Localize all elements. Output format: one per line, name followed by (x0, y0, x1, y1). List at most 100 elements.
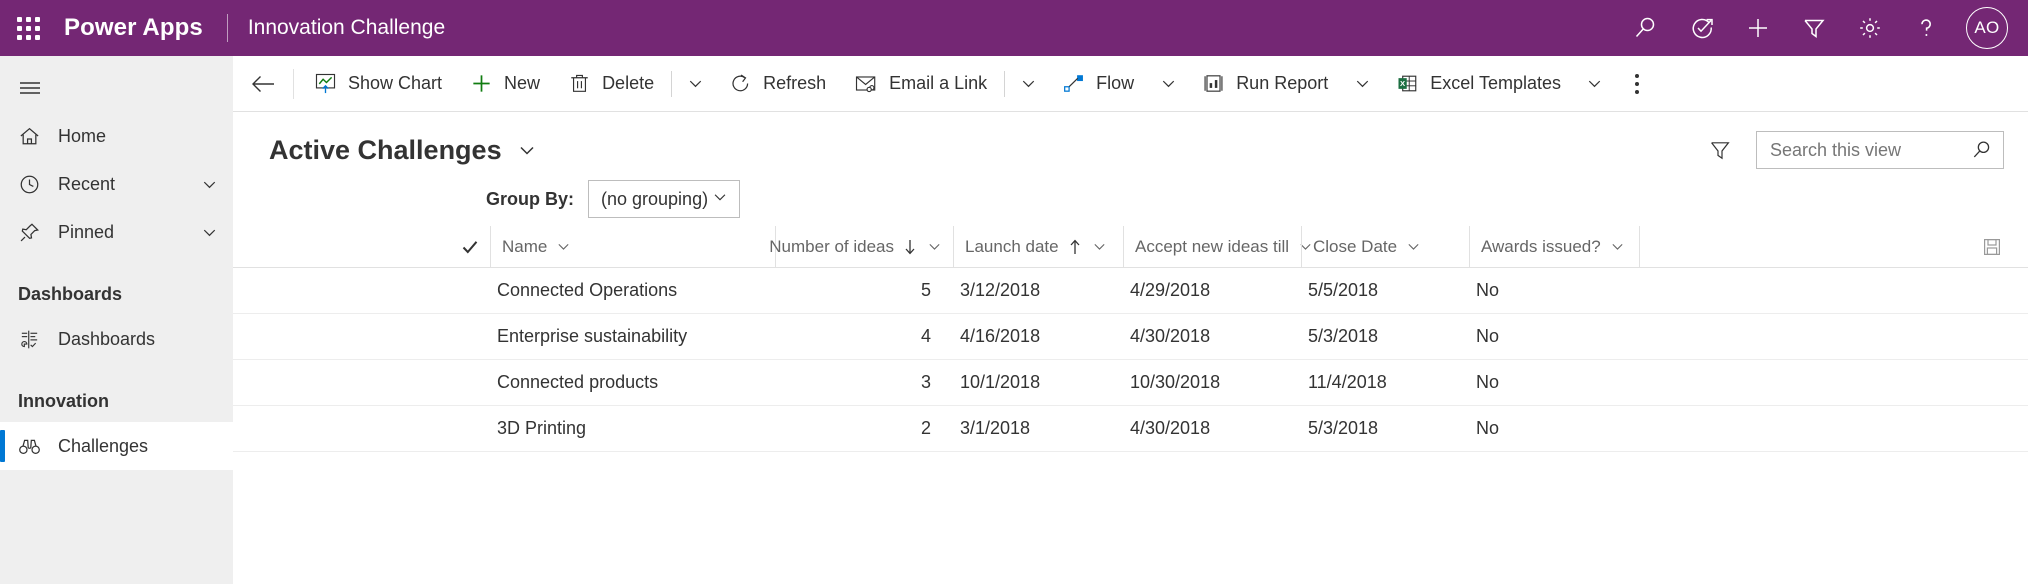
plus-icon[interactable] (1730, 0, 1786, 56)
brand-title[interactable]: Power Apps (56, 14, 207, 42)
filter-icon[interactable] (1786, 0, 1842, 56)
chevron-down-icon[interactable] (1091, 238, 1108, 255)
view-selector[interactable]: Active Challenges (269, 135, 538, 166)
sidebar-item-home[interactable]: Home (0, 112, 233, 160)
cell-awards-issued: No (1465, 360, 1635, 406)
command-label: New (504, 73, 540, 94)
email-a-link-caret[interactable] (1008, 60, 1048, 108)
record-link[interactable]: Connected Operations (497, 280, 677, 301)
search-input[interactable] (1770, 140, 1965, 161)
refresh-button[interactable]: Refresh (715, 60, 840, 108)
sidebar-item-dashboards[interactable]: Dashboards (0, 315, 233, 363)
command-label: Refresh (763, 73, 826, 94)
chevron-down-icon[interactable] (516, 139, 538, 161)
clock-icon (18, 173, 46, 196)
page-title: Active Challenges (269, 135, 502, 166)
column-header-number-of-ideas[interactable]: Number of ideas (775, 226, 953, 268)
dashboard-icon (18, 328, 46, 351)
search-view-box[interactable] (1756, 131, 2004, 169)
flow-icon (1062, 72, 1085, 95)
cell-accept-new-ideas-till: 10/30/2018 (1119, 360, 1297, 406)
binoculars-icon (18, 435, 46, 458)
chevron-down-icon[interactable] (555, 238, 572, 255)
trash-icon (568, 72, 591, 95)
sidebar-item-label: Dashboards (58, 329, 155, 350)
chevron-down-icon[interactable] (200, 175, 219, 194)
search-icon[interactable] (1618, 0, 1674, 56)
run-report-icon (1202, 72, 1225, 95)
run-report-button[interactable]: Run Report (1188, 60, 1342, 108)
sidebar-spacer (0, 363, 233, 373)
cell-spacer (1635, 360, 2028, 406)
help-icon[interactable] (1898, 0, 1954, 56)
more-vertical-icon[interactable] (1615, 60, 1659, 108)
column-header-awards-issued[interactable]: Awards issued? (1469, 226, 1639, 268)
column-header-label: Launch date (965, 237, 1059, 257)
column-header-accept-new-ideas-till[interactable]: Accept new ideas till (1123, 226, 1301, 268)
hamburger-icon[interactable] (0, 64, 233, 112)
column-header-close-date[interactable]: Close Date (1301, 226, 1469, 268)
chevron-down-icon[interactable] (200, 223, 219, 242)
table-row[interactable]: Enterprise sustainability 4 4/16/2018 4/… (233, 314, 2028, 360)
main-content: Show Chart New (233, 56, 2028, 584)
cell-accept-new-ideas-till: 4/29/2018 (1119, 268, 1297, 314)
email-a-link-button[interactable]: Email a Link (840, 60, 1001, 108)
group-by-select[interactable]: (no grouping) (588, 180, 740, 218)
avatar[interactable]: AO (1966, 7, 2008, 49)
command-label: Run Report (1236, 73, 1328, 94)
chevron-down-icon[interactable] (711, 188, 729, 211)
cell-name[interactable]: Connected products (486, 360, 771, 406)
gear-icon[interactable] (1842, 0, 1898, 56)
cell-close-date: 5/5/2018 (1297, 268, 1465, 314)
chevron-down-icon[interactable] (1405, 238, 1422, 255)
chevron-down-icon[interactable] (926, 238, 943, 255)
filter-icon[interactable] (1698, 128, 1742, 172)
sidebar-item-pinned[interactable]: Pinned (0, 208, 233, 256)
column-header-label: Name (502, 237, 547, 257)
waffle-grid-icon[interactable] (0, 0, 56, 56)
app-name[interactable]: Innovation Challenge (248, 16, 445, 40)
sidebar-navigation: Home Recent (0, 56, 233, 584)
flow-button[interactable]: Flow (1048, 60, 1148, 108)
column-header-launch-date[interactable]: Launch date (953, 226, 1123, 268)
show-chart-button[interactable]: Show Chart (300, 60, 456, 108)
select-all-checkmark-icon[interactable] (450, 237, 490, 257)
sidebar-item-challenges[interactable]: Challenges (0, 422, 233, 470)
cell-close-date: 5/3/2018 (1297, 406, 1465, 452)
cell-name[interactable]: Connected Operations (486, 268, 771, 314)
run-report-caret[interactable] (1342, 60, 1382, 108)
chevron-down-icon[interactable] (1609, 238, 1626, 255)
record-link[interactable]: Enterprise sustainability (497, 326, 687, 347)
view-header: Active Challenges (233, 112, 2028, 174)
grid-header-row: Name Number of ideas (233, 226, 2028, 268)
table-row[interactable]: Connected Operations 5 3/12/2018 4/29/20… (233, 268, 2028, 314)
cell-name[interactable]: Enterprise sustainability (486, 314, 771, 360)
excel-templates-caret[interactable] (1575, 60, 1615, 108)
flow-caret[interactable] (1148, 60, 1188, 108)
cell-name[interactable]: 3D Printing (486, 406, 771, 452)
save-icon[interactable] (1982, 237, 2020, 257)
new-button[interactable]: New (456, 60, 554, 108)
command-pipe (671, 71, 672, 97)
sidebar-item-recent[interactable]: Recent (0, 160, 233, 208)
top-bar-actions: AO (1618, 0, 2028, 56)
search-icon[interactable] (1971, 139, 1993, 161)
cell-launch-date: 3/12/2018 (949, 268, 1119, 314)
delete-button[interactable]: Delete (554, 60, 668, 108)
table-row[interactable]: 3D Printing 2 3/1/2018 4/30/2018 5/3/201… (233, 406, 2028, 452)
command-label: Email a Link (889, 73, 987, 94)
record-link[interactable]: 3D Printing (497, 418, 586, 439)
power-apps-window: Power Apps Innovation Challenge (0, 0, 2028, 584)
sidebar-item-label: Challenges (58, 436, 148, 457)
excel-templates-button[interactable]: X Excel Templates (1382, 60, 1575, 108)
record-link[interactable]: Connected products (497, 372, 658, 393)
command-bar-divider (293, 69, 294, 99)
pin-icon (18, 221, 46, 244)
plus-icon (470, 72, 493, 95)
delete-caret[interactable] (675, 60, 715, 108)
back-arrow-icon[interactable] (239, 60, 287, 108)
sort-descending-icon (902, 238, 918, 256)
launch-target-icon[interactable] (1674, 0, 1730, 56)
column-header-name[interactable]: Name (490, 226, 775, 268)
table-row[interactable]: Connected products 3 10/1/2018 10/30/201… (233, 360, 2028, 406)
